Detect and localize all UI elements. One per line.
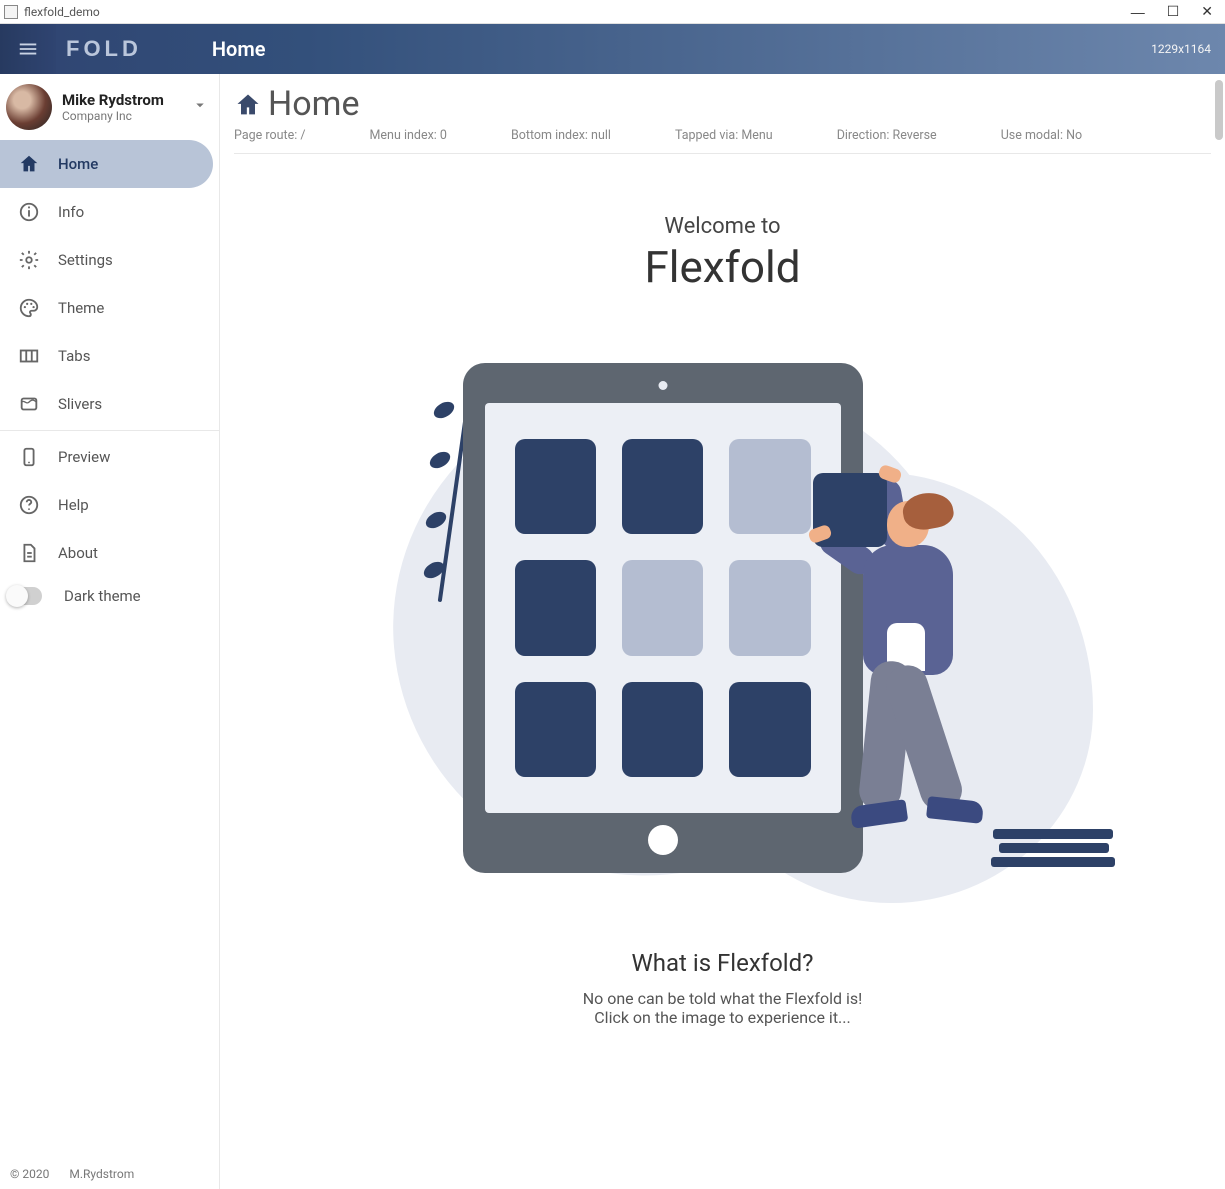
window-app-icon — [4, 5, 18, 19]
app-bar: FOLD Home 1229x1164 — [0, 24, 1225, 74]
sidebar-item-label: About — [58, 544, 98, 562]
meta-route: Page route: / — [234, 128, 306, 143]
help-icon — [18, 494, 40, 516]
sidebar-item-label: Home — [58, 155, 98, 173]
main-content: Home Page route: / Menu index: 0 Bottom … — [220, 74, 1225, 1189]
dark-theme-toggle[interactable] — [8, 587, 42, 605]
what-block: What is Flexfold? No one can be told wha… — [234, 949, 1211, 1067]
welcome-line2: Flexfold — [234, 241, 1211, 293]
appbar-title: Home — [212, 37, 266, 61]
phone-icon — [18, 446, 40, 468]
person-illustration — [843, 453, 1053, 883]
footer-author: M.Rydstrom — [69, 1167, 134, 1181]
app-logo: FOLD — [66, 36, 142, 62]
meta-direction: Direction: Reverse — [837, 128, 937, 143]
page-meta-row: Page route: / Menu index: 0 Bottom index… — [234, 128, 1211, 154]
scrollbar[interactable] — [1215, 80, 1223, 140]
sidebar-nav: Home Info Settings Theme Tabs Slivers — [0, 140, 219, 615]
sidebar-item-slivers[interactable]: Slivers — [0, 380, 219, 428]
welcome-line1: Welcome to — [234, 214, 1211, 239]
sidebar-item-label: Settings — [58, 251, 113, 269]
settings-icon — [18, 249, 40, 271]
sidebar-item-help[interactable]: Help — [0, 481, 219, 529]
sidebar-item-label: Theme — [58, 299, 104, 317]
home-icon — [234, 91, 260, 117]
meta-use-modal: Use modal: No — [1001, 128, 1082, 143]
meta-menu-index: Menu index: 0 — [370, 128, 447, 143]
window-title: flexfold_demo — [24, 5, 100, 19]
tablet-illustration — [463, 363, 863, 873]
sidebar-item-theme[interactable]: Theme — [0, 284, 219, 332]
sidebar-divider — [0, 430, 219, 431]
meta-tapped-via: Tapped via: Menu — [675, 128, 773, 143]
sidebar-item-home[interactable]: Home — [0, 140, 213, 188]
menu-button[interactable] — [0, 24, 56, 74]
sidebar-user-row[interactable]: Mike Rydstrom Company Inc — [0, 74, 219, 140]
window-minimize-button[interactable]: — — [1131, 4, 1145, 20]
palette-icon — [18, 297, 40, 319]
sidebar-item-label: Help — [58, 496, 89, 514]
what-line1: No one can be told what the Flexfold is! — [234, 989, 1211, 1008]
window-maximize-button[interactable]: ☐ — [1167, 3, 1180, 20]
sidebar-footer: © 2020 M.Rydstrom — [0, 1159, 219, 1189]
sidebar-item-info[interactable]: Info — [0, 188, 219, 236]
sidebar-item-about[interactable]: About — [0, 529, 219, 577]
sidebar-item-preview[interactable]: Preview — [0, 433, 219, 481]
sidebar-item-label: Preview — [58, 448, 110, 466]
window-titlebar: flexfold_demo — ☐ ✕ — [0, 0, 1225, 24]
tabs-icon — [18, 345, 40, 367]
page-title: Home — [268, 84, 360, 124]
sidebar: Mike Rydstrom Company Inc Home Info Sett… — [0, 74, 220, 1189]
sidebar-item-label: Info — [58, 203, 84, 221]
hero-image[interactable] — [234, 363, 1211, 903]
sidebar-item-tabs[interactable]: Tabs — [0, 332, 219, 380]
footer-copyright: © 2020 — [10, 1167, 49, 1181]
doc-icon — [18, 542, 40, 564]
sidebar-item-settings[interactable]: Settings — [0, 236, 219, 284]
slivers-icon — [18, 393, 40, 415]
sidebar-item-label: Tabs — [58, 347, 90, 365]
what-title: What is Flexfold? — [234, 949, 1211, 977]
welcome-block: Welcome to Flexfold — [234, 214, 1211, 293]
user-subtitle: Company Inc — [62, 109, 181, 123]
what-line2: Click on the image to experience it... — [234, 1008, 1211, 1027]
books-decoration — [993, 825, 1115, 867]
sidebar-item-label: Slivers — [58, 395, 102, 413]
info-icon — [18, 201, 40, 223]
avatar — [6, 84, 52, 130]
user-name: Mike Rydstrom — [62, 91, 181, 109]
dark-theme-row: Dark theme — [0, 577, 219, 615]
hamburger-icon — [17, 38, 39, 60]
home-icon — [18, 153, 40, 175]
chevron-down-icon — [191, 96, 209, 118]
dark-theme-label: Dark theme — [64, 587, 141, 605]
window-close-button[interactable]: ✕ — [1201, 3, 1213, 20]
appbar-dimensions: 1229x1164 — [1151, 42, 1211, 56]
meta-bottom-index: Bottom index: null — [511, 128, 611, 143]
